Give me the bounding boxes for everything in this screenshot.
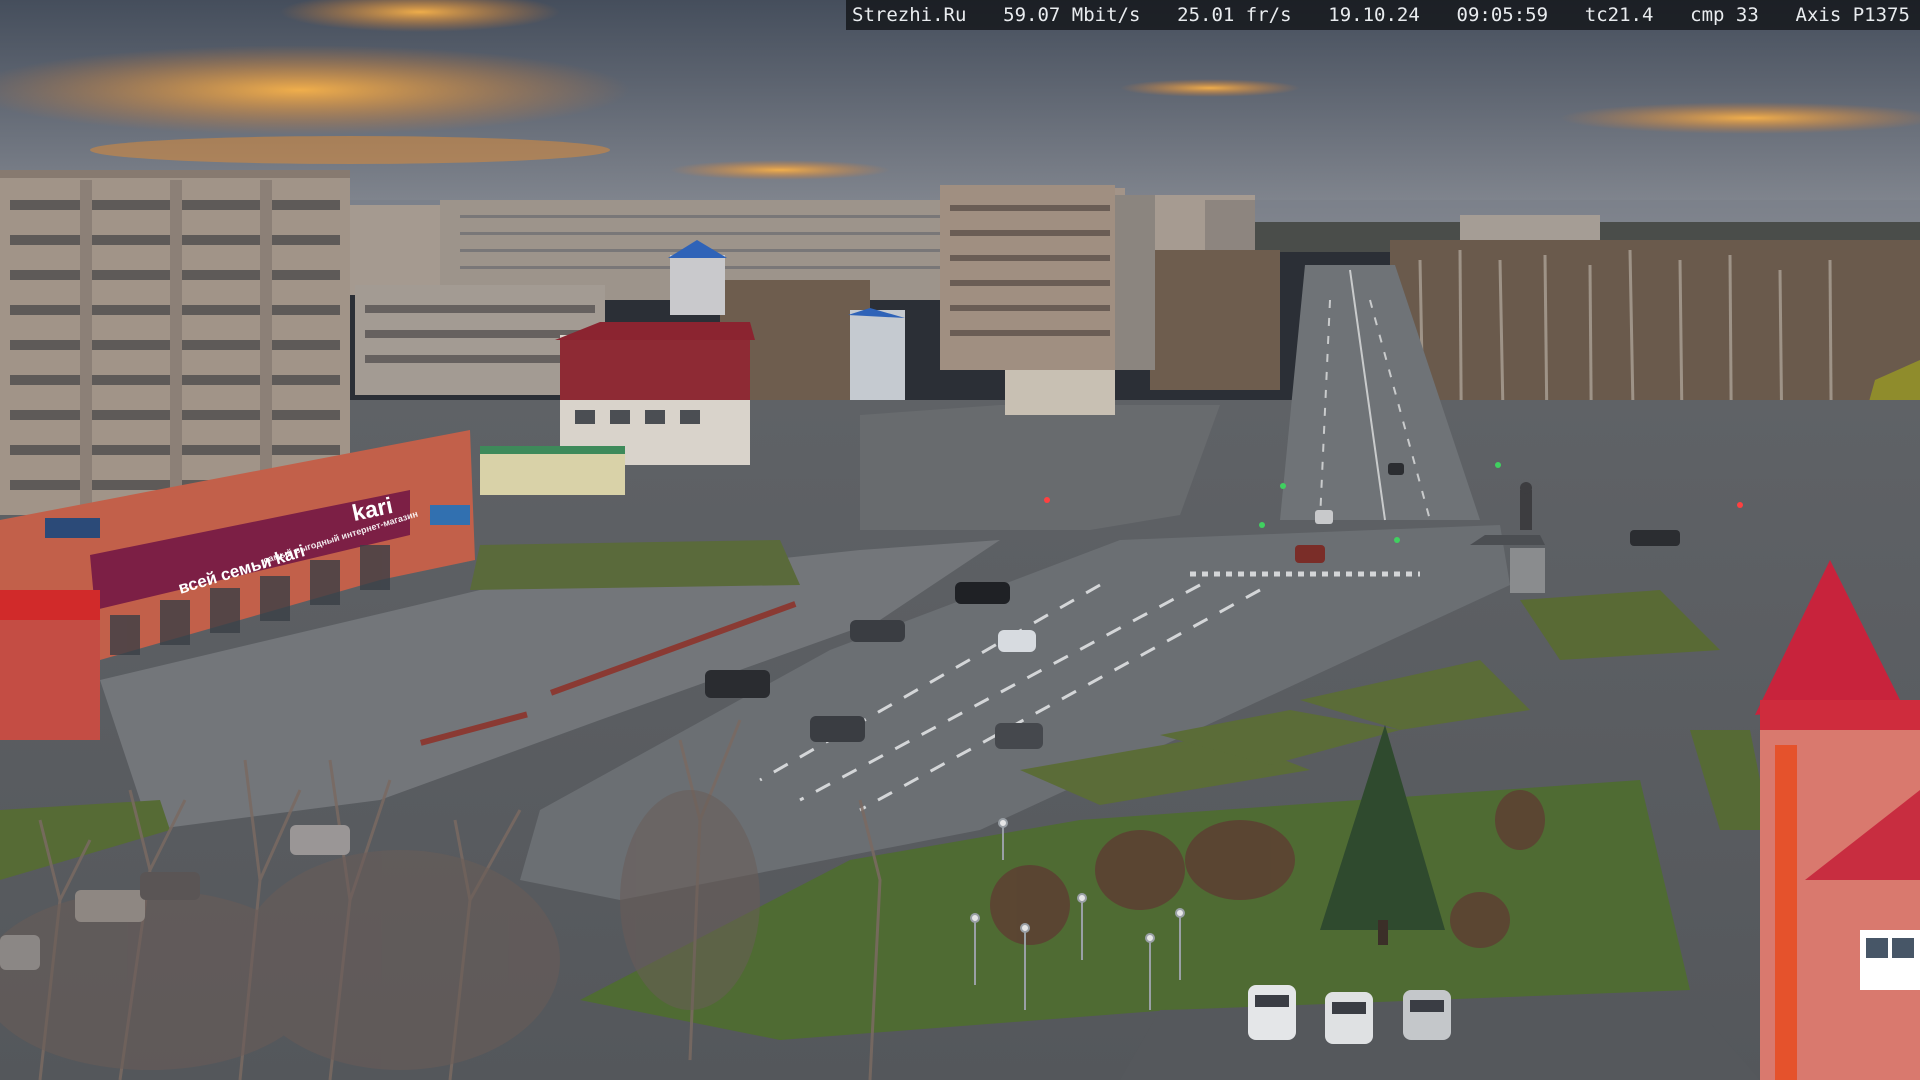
overlay-model: Axis P1375 bbox=[1795, 4, 1910, 26]
car bbox=[1388, 463, 1404, 475]
low-building bbox=[1005, 370, 1115, 415]
car bbox=[998, 630, 1036, 652]
red-roof-building bbox=[555, 322, 755, 465]
blue-building bbox=[850, 310, 905, 400]
shop-pavilion bbox=[480, 450, 625, 495]
parked-car-white bbox=[1248, 985, 1296, 1040]
central-tall-building bbox=[940, 185, 1115, 370]
overlay-cmp: cmp 33 bbox=[1690, 4, 1759, 26]
sunset-glow-center bbox=[670, 160, 890, 180]
overlay-time: 09:05:59 bbox=[1456, 4, 1549, 26]
webcam-scene bbox=[0, 0, 1920, 1080]
car bbox=[1295, 545, 1325, 563]
sunset-glow-left bbox=[0, 45, 630, 135]
car bbox=[75, 890, 145, 922]
car bbox=[1315, 510, 1333, 524]
car bbox=[810, 716, 865, 742]
blue-roof-tower bbox=[670, 255, 725, 315]
car bbox=[850, 620, 905, 642]
tower-segment bbox=[1115, 195, 1155, 370]
overlay-bitrate: 59.07 Mbit/s bbox=[1003, 4, 1141, 26]
camera-overlay: Strezhi.Ru 59.07 Mbit/s 25.01 fr/s 19.10… bbox=[846, 0, 1920, 30]
lawn-left bbox=[470, 540, 800, 590]
overlay-date: 19.10.24 bbox=[1328, 4, 1420, 26]
overlay-site: Strezhi.Ru bbox=[852, 4, 967, 26]
parked-car-white bbox=[1325, 992, 1373, 1044]
car bbox=[140, 872, 200, 900]
plaza bbox=[860, 405, 1220, 530]
car bbox=[0, 935, 40, 970]
parked-car-silver bbox=[1403, 990, 1451, 1040]
car bbox=[290, 825, 350, 855]
overlay-framerate: 25.01 fr/s bbox=[1177, 4, 1292, 26]
car bbox=[995, 723, 1043, 749]
car bbox=[955, 582, 1010, 604]
car bbox=[705, 670, 770, 698]
car bbox=[1630, 530, 1680, 546]
overlay-tc: tc21.4 bbox=[1584, 4, 1654, 26]
sunset-glow-mid bbox=[1120, 79, 1300, 97]
